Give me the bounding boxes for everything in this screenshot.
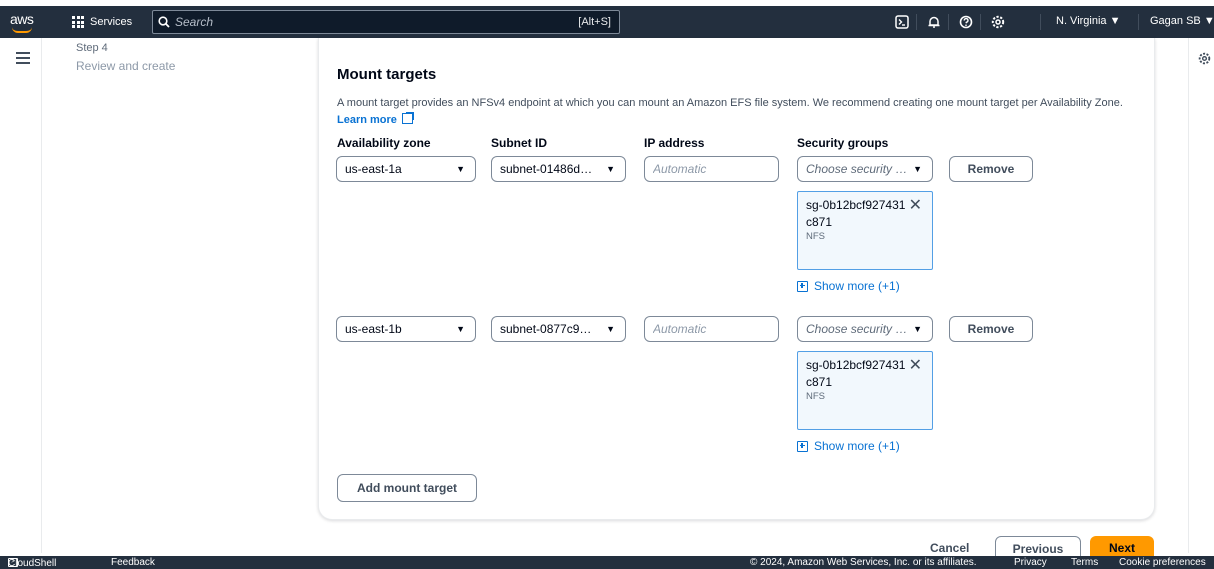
- security-groups-placeholder: Choose security …: [806, 322, 908, 336]
- settings-icon[interactable]: [988, 12, 1008, 32]
- az-select[interactable]: us-east-1b ▼: [336, 316, 476, 342]
- wizard-step-review[interactable]: Review and create: [76, 59, 175, 73]
- show-more-text: Show more (+1): [814, 439, 900, 453]
- learn-more-text: Learn more: [337, 114, 397, 126]
- bell-icon[interactable]: [924, 12, 944, 32]
- caret-down-icon: ▼: [606, 164, 615, 174]
- caret-down-icon: ▼: [913, 324, 922, 334]
- aws-smile-icon: [12, 27, 32, 33]
- security-groups-select[interactable]: Choose security … ▼: [797, 156, 933, 182]
- show-more-text: Show more (+1): [814, 279, 900, 293]
- user-menu[interactable]: Gagan SB ▼: [1150, 15, 1214, 27]
- cloudshell-icon[interactable]: [892, 12, 912, 32]
- token-name: NFS: [806, 391, 825, 402]
- tools-divider: [1188, 38, 1189, 553]
- remove-button[interactable]: Remove: [949, 316, 1033, 342]
- az-select[interactable]: us-east-1a ▼: [336, 156, 476, 182]
- services-label: Services: [90, 16, 133, 28]
- caret-down-icon: ▼: [456, 324, 465, 334]
- nav-divider: [916, 14, 917, 30]
- copyright-text: © 2024, Amazon Web Services, Inc. or its…: [750, 557, 977, 568]
- services-menu-button[interactable]: Services: [72, 12, 132, 32]
- caret-down-icon: ▼: [913, 164, 922, 174]
- dismiss-token-icon[interactable]: ✕: [909, 355, 922, 375]
- cancel-button[interactable]: Cancel: [930, 541, 969, 555]
- top-navigation: aws Services [Alt+S] N. Virginia ▼ Gagan…: [0, 6, 1214, 38]
- search-shortcut-hint: [Alt+S]: [578, 16, 611, 28]
- help-icon[interactable]: [956, 12, 976, 32]
- feedback-link[interactable]: Feedback: [111, 557, 155, 568]
- token-id: sg-0b12bcf927431c871: [806, 358, 906, 389]
- aws-logo-text: aws: [10, 11, 34, 27]
- az-select-value: us-east-1b: [345, 322, 402, 336]
- security-group-token: sg-0b12bcf927431c871 NFS ✕: [797, 191, 933, 270]
- search-box[interactable]: [Alt+S]: [152, 10, 620, 34]
- section-title: Mount targets: [337, 66, 437, 83]
- expand-icon: [797, 440, 808, 452]
- add-mount-target-button[interactable]: Add mount target: [337, 474, 477, 502]
- cookie-preferences-link[interactable]: Cookie preferences: [1119, 557, 1206, 568]
- subnet-select-value: subnet-01486d…: [500, 162, 593, 176]
- security-groups-placeholder: Choose security …: [806, 162, 908, 176]
- subnet-select[interactable]: subnet-01486d… ▼: [491, 156, 626, 182]
- token-id: sg-0b12bcf927431c871: [806, 198, 906, 229]
- external-link-icon: [401, 112, 414, 124]
- column-label-az: Availability zone: [337, 136, 431, 150]
- description-text: A mount target provides an NFSv4 endpoin…: [337, 97, 1123, 109]
- nav-divider: [980, 14, 981, 30]
- cloudshell-text: CloudShell: [8, 558, 57, 569]
- az-select-value: us-east-1a: [345, 162, 402, 176]
- menu-icon[interactable]: [16, 52, 30, 64]
- expand-icon: [797, 280, 808, 292]
- rail-divider: [41, 38, 42, 553]
- services-grid-icon: [72, 16, 84, 28]
- search-icon: [153, 16, 175, 28]
- caret-down-icon: ▼: [606, 324, 615, 334]
- wizard-step-number: Step 4: [76, 42, 108, 54]
- console-footer: > CloudShell Feedback © 2024, Amazon Web …: [0, 556, 1214, 569]
- security-groups-select[interactable]: Choose security … ▼: [797, 316, 933, 342]
- nav-divider: [948, 14, 949, 30]
- dismiss-token-icon[interactable]: ✕: [909, 195, 922, 215]
- nav-divider: [1040, 14, 1041, 30]
- column-label-security-groups: Security groups: [797, 136, 889, 150]
- subnet-select-value: subnet-0877c9…: [500, 322, 592, 336]
- show-more-link[interactable]: Show more (+1): [797, 439, 900, 453]
- ip-address-input[interactable]: [644, 316, 779, 342]
- terms-link[interactable]: Terms: [1071, 557, 1098, 568]
- caret-down-icon: ▼: [456, 164, 465, 174]
- nav-divider: [1138, 14, 1139, 30]
- privacy-link[interactable]: Privacy: [1014, 557, 1047, 568]
- mount-targets-container: Mount targets A mount target provides an…: [318, 38, 1155, 520]
- region-selector[interactable]: N. Virginia ▼: [1056, 15, 1121, 27]
- search-input[interactable]: [175, 15, 579, 29]
- learn-more-link[interactable]: Learn more: [337, 112, 414, 126]
- section-description: A mount target provides an NFSv4 endpoin…: [337, 95, 1142, 129]
- subnet-select[interactable]: subnet-0877c9… ▼: [491, 316, 626, 342]
- show-more-link[interactable]: Show more (+1): [797, 279, 900, 293]
- token-name: NFS: [806, 231, 825, 242]
- column-label-subnet: Subnet ID: [491, 136, 547, 150]
- column-label-ip: IP address: [644, 136, 705, 150]
- aws-logo[interactable]: aws: [10, 8, 50, 36]
- ip-address-input[interactable]: [644, 156, 779, 182]
- tools-panel-icon[interactable]: [1198, 52, 1212, 66]
- remove-button[interactable]: Remove: [949, 156, 1033, 182]
- security-group-token: sg-0b12bcf927431c871 NFS ✕: [797, 351, 933, 430]
